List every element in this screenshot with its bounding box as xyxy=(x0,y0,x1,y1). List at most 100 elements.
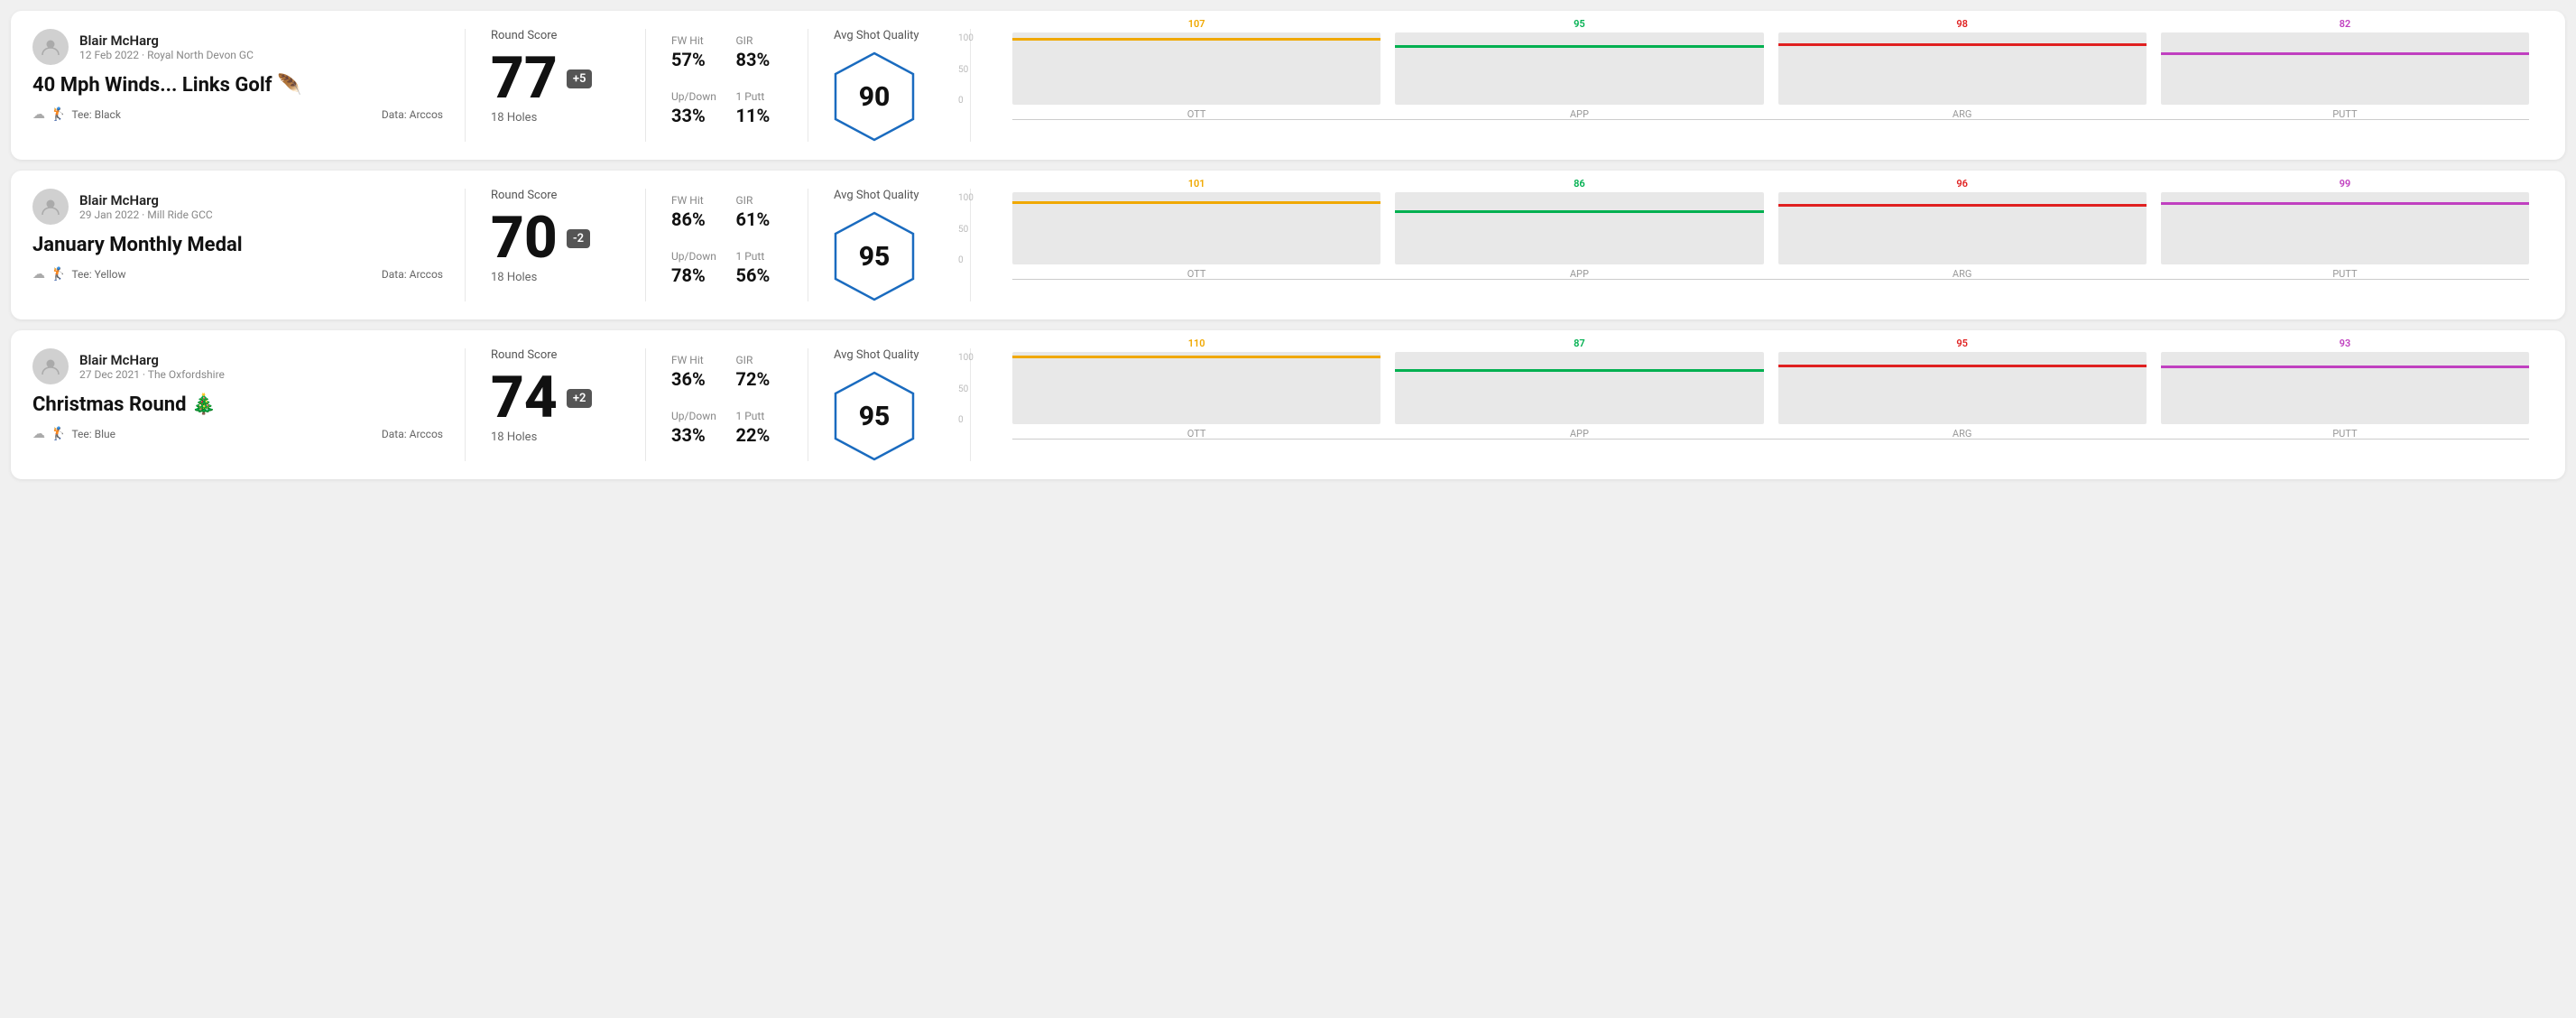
tee-label: Tee: Blue xyxy=(71,428,115,440)
round-score-label: Round Score xyxy=(491,189,620,202)
chart-column: 95 ARG xyxy=(1778,338,2147,440)
player-header: Blair McHarg 27 Dec 2021 · The Oxfordshi… xyxy=(32,348,443,384)
chart-column: 93 PUTT xyxy=(2161,338,2529,440)
chart-value-label: 95 xyxy=(1956,338,1968,349)
round-left-section: Blair McHarg 12 Feb 2022 · Royal North D… xyxy=(32,29,466,142)
fw-hit-value: 36% xyxy=(671,368,718,390)
tee-data: ☁ 🏌 Tee: Black Data: Arccos xyxy=(32,107,443,122)
chart-axis-label: ARG xyxy=(1953,428,1971,440)
round-title: 40 Mph Winds... Links Golf 🪶 xyxy=(32,74,443,97)
fw-hit-label: FW Hit xyxy=(671,354,718,366)
bar-line xyxy=(1778,204,2147,207)
chart-axis-label: PUTT xyxy=(2332,108,2357,120)
updown-value: 33% xyxy=(671,105,718,126)
updown-value: 33% xyxy=(671,424,718,446)
quality-label: Avg Shot Quality xyxy=(834,348,919,362)
bar-line xyxy=(1012,356,1380,358)
oneputt-stat: 1 Putt 56% xyxy=(736,250,783,297)
chart-section: 100 50 0 107 OTT 95 APP 98 xyxy=(971,29,2544,142)
bar-wrapper xyxy=(1778,352,2147,424)
avatar xyxy=(32,29,69,65)
quality-section: Avg Shot Quality 95 xyxy=(808,189,971,301)
stats-grid: FW Hit 36% GIR 72% Up/Down 33% 1 Putt 22… xyxy=(671,354,782,457)
bar-wrapper xyxy=(2161,192,2529,264)
chart-column: 101 OTT xyxy=(1012,178,1380,280)
chart-value-label: 95 xyxy=(1574,18,1585,30)
oneputt-label: 1 Putt xyxy=(736,90,783,103)
player-header: Blair McHarg 29 Jan 2022 · Mill Ride GCC xyxy=(32,189,443,225)
tee-info: ☁ 🏌 Tee: Black xyxy=(32,107,121,122)
chart-axis-label: APP xyxy=(1570,428,1589,440)
quality-score: 95 xyxy=(859,241,891,273)
tee-label: Tee: Yellow xyxy=(71,268,125,281)
chart-value-label: 101 xyxy=(1188,178,1205,190)
player-info: Blair McHarg 27 Dec 2021 · The Oxfordshi… xyxy=(79,352,225,381)
hexagon-container: 90 xyxy=(834,51,915,142)
chart-column: 99 PUTT xyxy=(2161,178,2529,280)
bar-wrapper xyxy=(1395,192,1763,264)
stats-section: FW Hit 36% GIR 72% Up/Down 33% 1 Putt 22… xyxy=(646,348,808,461)
chart-column: 107 OTT xyxy=(1012,18,1380,120)
bar-wrapper xyxy=(2161,352,2529,424)
score-number: 74 xyxy=(491,369,558,427)
chart-column: 82 PUTT xyxy=(2161,18,2529,120)
quality-label: Avg Shot Quality xyxy=(834,189,919,202)
chart-axis-label: OTT xyxy=(1187,268,1206,280)
quality-label: Avg Shot Quality xyxy=(834,29,919,42)
tee-data: ☁ 🏌 Tee: Yellow Data: Arccos xyxy=(32,267,443,282)
oneputt-value: 56% xyxy=(736,264,783,286)
chart-axis-label: PUTT xyxy=(2332,268,2357,280)
bar-wrapper xyxy=(1778,192,2147,264)
score-holes: 18 Holes xyxy=(491,111,620,125)
chart-value-label: 96 xyxy=(1956,178,1968,190)
quality-score: 95 xyxy=(859,401,891,432)
chart-axis-label: ARG xyxy=(1953,268,1971,280)
data-source: Data: Arccos xyxy=(382,108,443,121)
score-section: Round Score 70 -2 18 Holes xyxy=(466,189,646,301)
gir-stat: GIR 61% xyxy=(736,194,783,230)
golf-bag-icon: 🏌 xyxy=(51,427,66,441)
hexagon: 95 xyxy=(834,371,915,461)
score-section: Round Score 74 +2 18 Holes xyxy=(466,348,646,461)
stats-grid: FW Hit 57% GIR 83% Up/Down 33% 1 Putt 11… xyxy=(671,34,782,137)
chart-value-label: 87 xyxy=(1574,338,1585,349)
chart-value-label: 98 xyxy=(1956,18,1968,30)
chart-section: 100 50 0 110 OTT 87 APP 95 xyxy=(971,348,2544,461)
updown-stat: Up/Down 78% xyxy=(671,250,718,286)
tee-label: Tee: Black xyxy=(71,108,120,121)
golf-bag-icon: 🏌 xyxy=(51,267,66,282)
fw-hit-value: 57% xyxy=(671,49,718,70)
bar-line xyxy=(1012,38,1380,41)
score-badge: +5 xyxy=(567,69,593,88)
player-name: Blair McHarg xyxy=(79,352,225,368)
score-main: 70 -2 xyxy=(491,209,620,267)
tee-info: ☁ 🏌 Tee: Yellow xyxy=(32,267,126,282)
updown-stat: Up/Down 33% xyxy=(671,410,718,446)
gir-stat: GIR 83% xyxy=(736,34,783,70)
stats-grid: FW Hit 86% GIR 61% Up/Down 78% 1 Putt 56… xyxy=(671,194,782,297)
player-name: Blair McHarg xyxy=(79,32,254,49)
fw-hit-stat: FW Hit 36% xyxy=(671,354,718,390)
updown-label: Up/Down xyxy=(671,90,718,103)
chart-column: 95 APP xyxy=(1395,18,1763,120)
bar-line xyxy=(1778,365,2147,367)
hexagon-container: 95 xyxy=(834,211,915,301)
quality-section: Avg Shot Quality 95 xyxy=(808,348,971,461)
score-main: 77 +5 xyxy=(491,50,620,107)
fw-hit-label: FW Hit xyxy=(671,194,718,207)
bar-wrapper xyxy=(1395,32,1763,105)
avatar xyxy=(32,348,69,384)
score-badge: -2 xyxy=(567,229,590,248)
chart-section: 100 50 0 101 OTT 86 APP 96 xyxy=(971,189,2544,301)
round-left-section: Blair McHarg 27 Dec 2021 · The Oxfordshi… xyxy=(32,348,466,461)
fw-hit-value: 86% xyxy=(671,208,718,230)
bar-wrapper xyxy=(2161,32,2529,105)
fw-hit-stat: FW Hit 86% xyxy=(671,194,718,230)
player-info: Blair McHarg 12 Feb 2022 · Royal North D… xyxy=(79,32,254,61)
bar-wrapper xyxy=(1012,192,1380,264)
hexagon-container: 95 xyxy=(834,371,915,461)
oneputt-label: 1 Putt xyxy=(736,250,783,263)
chart-axis-label: APP xyxy=(1570,268,1589,280)
updown-value: 78% xyxy=(671,264,718,286)
chart-axis-label: OTT xyxy=(1187,428,1206,440)
